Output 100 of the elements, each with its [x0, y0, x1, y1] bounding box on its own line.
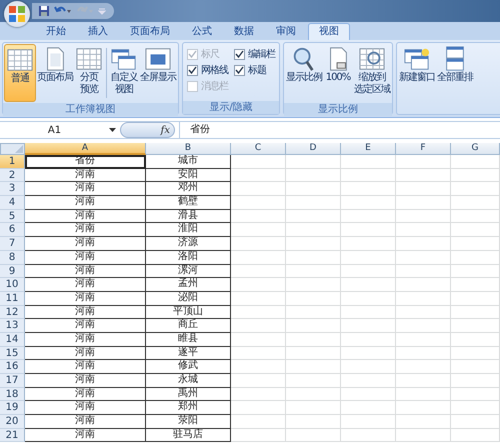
table-cell: 河南	[25, 319, 146, 333]
checkbox[interactable]: 编辑栏	[234, 47, 275, 61]
table-cell	[231, 401, 286, 416]
table-cell	[451, 196, 500, 210]
ribbon-tab[interactable]: 审阅	[266, 24, 306, 40]
ribbon-button[interactable]: 显示比例	[285, 44, 323, 102]
ribbon-tab[interactable]: 视图	[308, 23, 350, 40]
formula-input[interactable]: 省份	[179, 122, 500, 138]
row-header[interactable]: 4	[0, 196, 25, 210]
ribbon-button[interactable]: 页面布局	[36, 44, 74, 102]
table-cell	[286, 264, 341, 278]
row-header[interactable]: 13	[0, 319, 25, 333]
table-cell: 河南	[25, 292, 146, 306]
row-header[interactable]: 21	[0, 428, 25, 442]
ribbon-tab[interactable]: 公式	[182, 24, 222, 40]
table-cell	[341, 210, 396, 224]
select-all-corner[interactable]	[0, 143, 25, 155]
group-label: 工作簿视图	[3, 103, 178, 116]
table-cell	[286, 250, 341, 264]
table-cell	[396, 374, 451, 388]
row-header[interactable]: 1	[0, 155, 25, 169]
ribbon-button[interactable]: 分页 预览	[74, 44, 104, 102]
column-header[interactable]: G	[451, 143, 500, 155]
ribbon-button[interactable]: 自定义 视图	[109, 44, 139, 102]
page-grid-icon	[75, 46, 103, 72]
ribbon-button[interactable]: 100%	[323, 44, 353, 102]
table-cell: 平顶山	[146, 306, 231, 320]
table-cell	[396, 168, 451, 182]
ribbon-button[interactable]: 全屏显示	[139, 44, 177, 102]
column-header[interactable]: E	[341, 143, 396, 155]
table-cell: 河南	[25, 250, 146, 264]
grid-view-icon	[6, 47, 34, 73]
row-header[interactable]: 18	[0, 388, 25, 402]
save-icon[interactable]	[38, 5, 50, 17]
table-cell: 修武	[146, 360, 231, 374]
ribbon-tab[interactable]: 插入	[78, 24, 118, 40]
ribbon-tab[interactable]: 开始	[36, 24, 76, 40]
table-cell	[286, 319, 341, 333]
table-cell: 淮阳	[146, 223, 231, 238]
row-header[interactable]: 16	[0, 360, 25, 374]
table-cell: 洛阳	[146, 250, 231, 264]
column-header[interactable]: D	[286, 143, 341, 155]
ribbon-button[interactable]: 新建窗口	[398, 44, 436, 102]
magnifier-grid-icon	[358, 46, 386, 72]
table-cell	[286, 306, 341, 320]
row-header[interactable]: 9	[0, 264, 25, 278]
checkbox[interactable]: 标题	[234, 63, 275, 77]
table-cell	[231, 264, 286, 278]
group-label: 显示比例	[284, 103, 392, 116]
row-header[interactable]: 11	[0, 292, 25, 306]
row-header[interactable]: 8	[0, 250, 25, 264]
row-header[interactable]: 15	[0, 346, 25, 360]
column-header[interactable]: C	[231, 143, 286, 155]
table-cell	[286, 401, 341, 416]
ribbon-tab[interactable]: 页面布局	[120, 24, 180, 40]
table-cell	[231, 168, 286, 182]
column-header[interactable]: F	[396, 143, 451, 155]
ribbon-tab[interactable]: 数据	[224, 24, 264, 40]
table-cell	[231, 155, 286, 169]
table-cell	[451, 319, 500, 333]
table-cell	[231, 237, 286, 251]
column-header[interactable]: A	[25, 143, 146, 155]
customize-icon[interactable]	[98, 7, 106, 15]
checkbox[interactable]: 网格线	[187, 63, 228, 77]
table-cell: 河南	[25, 374, 146, 388]
row-header[interactable]: 7	[0, 237, 25, 251]
table-cell: 河南	[25, 196, 146, 210]
ribbon-button[interactable]: 普通	[4, 44, 36, 102]
triangle-icon	[15, 145, 23, 153]
table-cell	[231, 374, 286, 388]
column-header[interactable]: B	[146, 143, 231, 155]
row-header[interactable]: 10	[0, 278, 25, 292]
table-cell	[286, 292, 341, 306]
table-cell	[341, 428, 396, 442]
group-label: 显示/隐藏	[183, 101, 279, 114]
row-header[interactable]: 12	[0, 306, 25, 320]
name-box[interactable]: A1	[0, 122, 120, 138]
row-header[interactable]: 3	[0, 182, 25, 196]
table-cell	[396, 292, 451, 306]
ribbon-button[interactable]: 缩放到 选定区域	[353, 44, 391, 102]
table-cell	[396, 237, 451, 251]
row-header[interactable]: 5	[0, 210, 25, 224]
table-cell	[451, 374, 500, 388]
row-header[interactable]: 14	[0, 332, 25, 347]
table-cell	[451, 428, 500, 442]
table-cell	[341, 182, 396, 196]
insert-function-button[interactable]: fx	[160, 124, 170, 136]
row-header[interactable]: 19	[0, 401, 25, 416]
table-cell	[396, 210, 451, 224]
row-header[interactable]: 20	[0, 415, 25, 429]
table-cell	[341, 196, 396, 210]
office-button[interactable]	[4, 1, 30, 27]
row-header[interactable]: 6	[0, 223, 25, 238]
table-cell	[231, 428, 286, 442]
table-cell: 河南	[25, 168, 146, 182]
ribbon-button[interactable]: 全部重排	[436, 44, 474, 102]
row-header[interactable]: 17	[0, 374, 25, 388]
row-header[interactable]: 2	[0, 168, 25, 182]
table-cell: 河南	[25, 388, 146, 402]
table-cell	[341, 401, 396, 416]
